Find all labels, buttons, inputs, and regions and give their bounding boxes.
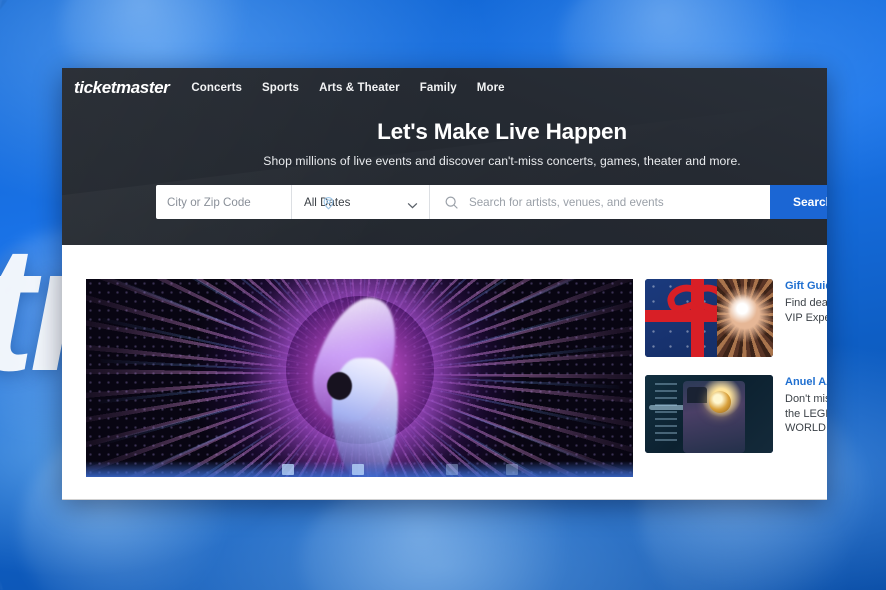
chevron-down-icon bbox=[407, 199, 418, 208]
gift-guide-text: Gift Guide Find deals VIP Exper bbox=[785, 279, 827, 357]
nav-item-arts-theater[interactable]: Arts & Theater bbox=[319, 82, 400, 94]
nav-item-family[interactable]: Family bbox=[420, 82, 457, 94]
anuel-aa-line-3: WORLD T bbox=[785, 422, 827, 434]
nav-item-sports[interactable]: Sports bbox=[262, 82, 299, 94]
ticketmaster-logo[interactable]: ticketmaster bbox=[74, 78, 170, 98]
promo-banner[interactable] bbox=[86, 279, 633, 477]
search-bar: All Dates bbox=[156, 185, 827, 219]
anuel-aa-title[interactable]: Anuel AA bbox=[785, 376, 827, 388]
nav-links: Concerts Sports Arts & Theater Family Mo… bbox=[191, 82, 504, 94]
query-field-group[interactable] bbox=[430, 185, 770, 219]
search-button[interactable]: Search bbox=[770, 185, 827, 219]
window-bottom-edge bbox=[62, 499, 827, 500]
search-input[interactable] bbox=[469, 195, 758, 209]
gift-guide-title[interactable]: Gift Guide bbox=[785, 280, 827, 292]
anuel-figure bbox=[683, 381, 745, 453]
rail-card-anuel-aa[interactable]: Anuel AA Don't miss the LEGEN WORLD T bbox=[645, 375, 827, 453]
anuel-aa-thumbnail bbox=[645, 375, 773, 453]
gift-guide-line-2: VIP Exper bbox=[785, 311, 827, 324]
promo-rail: Gift Guide Find deals VIP Exper bbox=[645, 279, 827, 477]
nav-item-more[interactable]: More bbox=[477, 82, 505, 94]
rail-card-gift-guide[interactable]: Gift Guide Find deals VIP Exper bbox=[645, 279, 827, 357]
city-field-group[interactable] bbox=[156, 185, 334, 219]
anuel-aa-text: Anuel AA Don't miss the LEGEN WORLD T bbox=[785, 375, 827, 453]
content-row: Gift Guide Find deals VIP Exper bbox=[62, 279, 827, 477]
nav-item-concerts[interactable]: Concerts bbox=[191, 82, 242, 94]
promo-dancer-head bbox=[326, 372, 352, 401]
gift-guide-photo bbox=[717, 279, 773, 357]
main-navigation: ticketmaster Concerts Sports Arts & Thea… bbox=[62, 68, 827, 108]
promo-stage-edge bbox=[86, 461, 633, 477]
hero-copy: Let's Make Live Happen Shop millions of … bbox=[62, 108, 827, 168]
gift-guide-line-1: Find deals bbox=[785, 297, 827, 309]
browser-window: ticketmaster Concerts Sports Arts & Thea… bbox=[62, 68, 827, 500]
gift-guide-thumbnail bbox=[645, 279, 773, 357]
city-input[interactable] bbox=[167, 195, 321, 209]
page-content: Gift Guide Find deals VIP Exper bbox=[62, 245, 827, 500]
desktop-background: tm ticketmaster Concerts Sports Arts & T… bbox=[0, 0, 886, 590]
magnifier-icon bbox=[444, 195, 459, 210]
anuel-aa-line-1: Don't miss bbox=[785, 393, 827, 405]
hero-subtitle: Shop millions of live events and discove… bbox=[263, 154, 741, 168]
hero-title: Let's Make Live Happen bbox=[377, 119, 627, 144]
site-header: ticketmaster Concerts Sports Arts & Thea… bbox=[62, 68, 827, 245]
anuel-aa-line-2: the LEGEN bbox=[785, 407, 827, 420]
ticketmaster-page: ticketmaster Concerts Sports Arts & Thea… bbox=[62, 68, 827, 500]
map-pin-icon bbox=[321, 195, 336, 210]
